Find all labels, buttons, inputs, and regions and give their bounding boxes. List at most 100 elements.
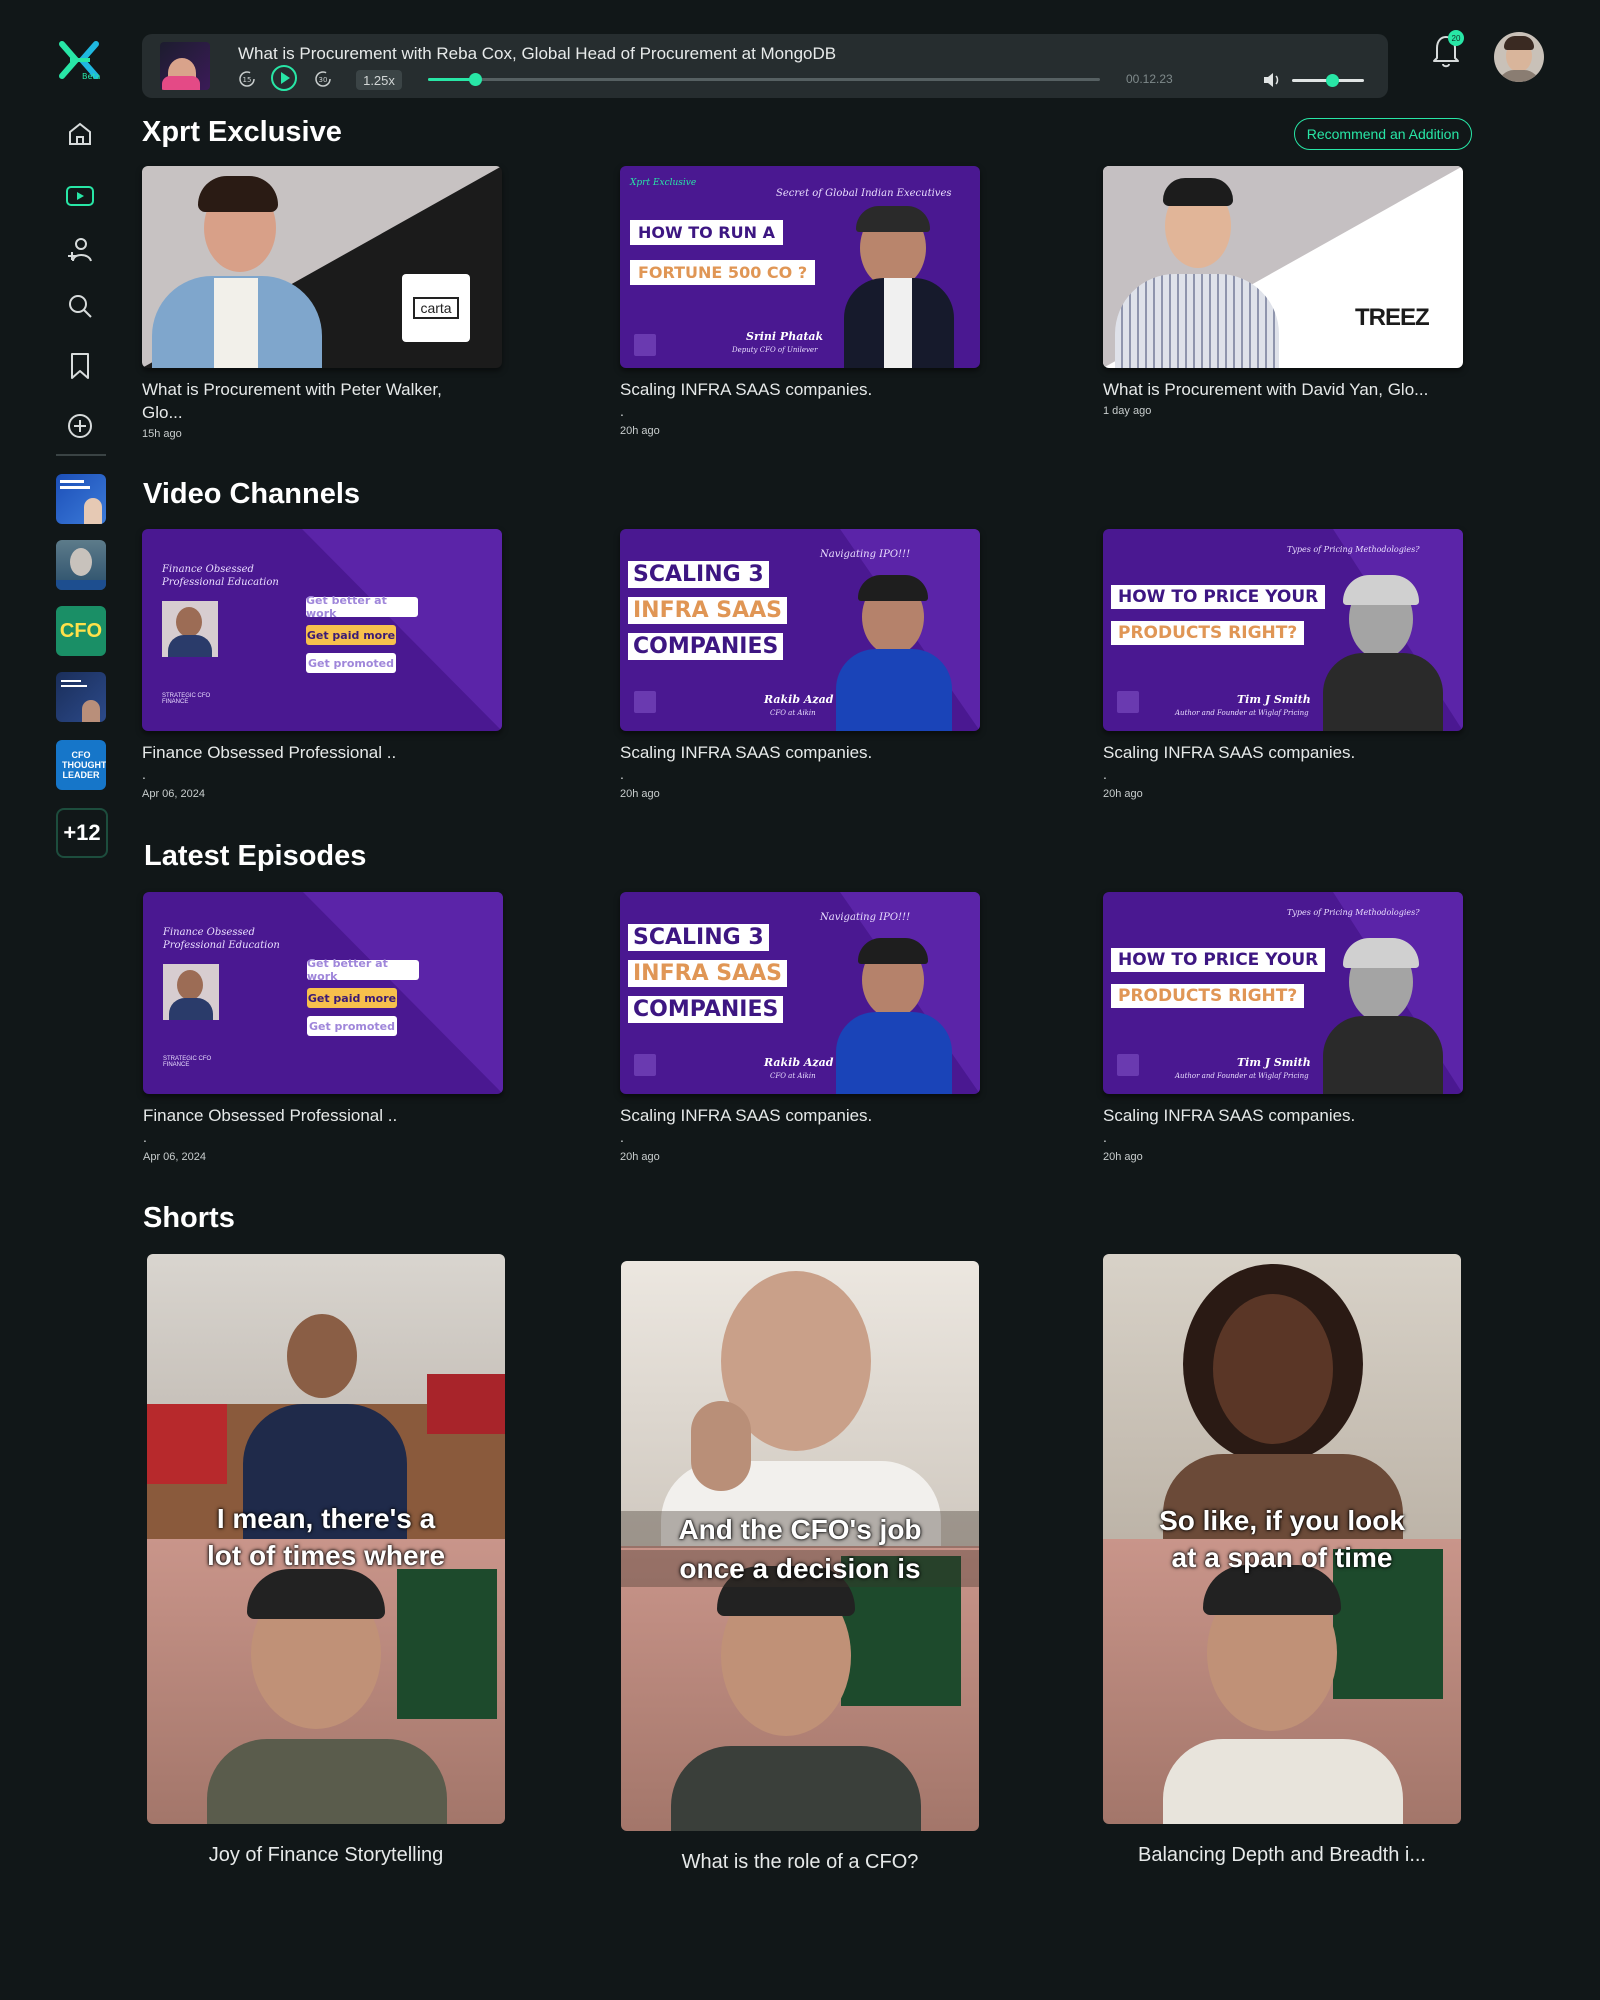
thumb-brand: STRATEGIC CFO FINANCE — [163, 1056, 212, 1068]
recommend-addition-button[interactable]: Recommend an Addition — [1294, 118, 1472, 150]
video-thumbnail: TREEZ — [1103, 166, 1463, 368]
short-card-2[interactable]: And the CFO's job once a decision is Wha… — [621, 1261, 979, 1874]
exclusive-card-1[interactable]: carta What is Procurement with Peter Wal… — [142, 166, 502, 440]
progress-bar[interactable] — [428, 73, 1100, 86]
channel-thumb-cfo-thought-leader[interactable]: CFO THOUGHT LEADER — [56, 740, 106, 790]
volume-slider[interactable] — [1292, 74, 1364, 87]
section-title-exclusive: Xprt Exclusive — [142, 116, 342, 148]
episode-card-2[interactable]: SCALING 3 INFRA SAAS COMPANIES Navigatin… — [620, 892, 980, 1163]
card-sub: . — [143, 1129, 147, 1145]
thumb-brand: Xprt Exclusive — [630, 178, 697, 188]
bookmark-icon[interactable] — [62, 348, 98, 384]
thumb-headline-2: PRODUCTS RIGHT? — [1111, 984, 1305, 1008]
short-card-3[interactable]: So like, if you look at a span of time B… — [1103, 1254, 1461, 1867]
short-caption-1: So like, if you look — [1159, 1505, 1405, 1536]
card-sub: . — [1103, 766, 1107, 782]
add-user-icon[interactable] — [62, 232, 98, 268]
forward-30-icon[interactable]: 30 — [312, 68, 334, 90]
short-title: Joy of Finance Storytelling — [208, 1844, 444, 1866]
thumb-guest-role: Author and Founder at Wiglaf Pricing — [1175, 1072, 1309, 1080]
video-thumbnail: HOW TO PRICE YOUR PRODUCTS RIGHT? Types … — [1103, 529, 1463, 731]
thumb-pill: Get better at work — [306, 594, 418, 620]
sidebar-divider — [56, 454, 106, 456]
channel-thumb-procurement[interactable] — [56, 474, 106, 524]
card-title: Finance Obsessed Professional .. — [142, 743, 397, 762]
thumb-pill: Get promoted — [306, 653, 396, 673]
thumb-guest: Rakib Azad — [764, 693, 834, 706]
card-title: Scaling INFRA SAAS companies. — [620, 1106, 873, 1125]
player-thumbnail — [160, 42, 210, 90]
user-avatar[interactable] — [1494, 32, 1544, 82]
player-title: What is Procurement with Reba Cox, Globa… — [238, 44, 837, 63]
thumb-headline-3: COMPANIES — [628, 633, 784, 660]
audio-player: What is Procurement with Reba Cox, Globa… — [142, 34, 1388, 98]
more-channels-button[interactable]: +12 — [56, 808, 108, 858]
channel-thumb-art-of-procurement[interactable] — [56, 672, 106, 722]
thumb-heading: Finance Obsessed Professional Education — [162, 564, 279, 588]
video-thumbnail: Finance Obsessed Professional Education … — [143, 892, 503, 1094]
video-thumbnail: carta — [142, 166, 502, 368]
card-time: 20h ago — [1103, 1151, 1143, 1163]
notification-bell-icon[interactable]: 20 — [1428, 30, 1464, 70]
card-time: 20h ago — [620, 425, 660, 437]
card-time: 1 day ago — [1103, 405, 1152, 417]
thumb-headline-2: FORTUNE 500 CO ? — [630, 260, 816, 285]
thumb-guest-role: Author and Founder at Wiglaf Pricing — [1175, 709, 1309, 717]
play-icon[interactable] — [270, 64, 298, 92]
thumb-headline-2: PRODUCTS RIGHT? — [1111, 621, 1305, 645]
thumb-pill: Get paid more — [306, 625, 396, 645]
card-sub: . — [620, 766, 624, 782]
short-card-1[interactable]: I mean, there's a lot of times where Joy… — [147, 1254, 505, 1867]
short-caption-1: And the CFO's job — [621, 1511, 979, 1548]
short-title: What is the role of a CFO? — [681, 1851, 919, 1873]
card-title: Scaling INFRA SAAS companies. — [1103, 743, 1356, 762]
elapsed-time: 00.12.23 — [1126, 72, 1173, 86]
thumb-headline-1: HOW TO RUN A — [630, 220, 783, 245]
thumb-guest-role: CFO at Aikin — [770, 1072, 816, 1080]
thumb-pill: Get better at work — [307, 957, 419, 983]
thumb-tagline: Navigating IPO!!! — [820, 549, 911, 560]
channel-thumb-interview[interactable] — [56, 540, 106, 590]
exclusive-card-3[interactable]: TREEZ What is Procurement with David Yan… — [1103, 166, 1463, 417]
volume-icon[interactable] — [1262, 70, 1284, 90]
short-video: I mean, there's a lot of times where — [147, 1254, 505, 1824]
progress-knob[interactable] — [469, 73, 483, 86]
thumb-guest-role: CFO at Aikin — [770, 709, 816, 717]
exclusive-card-2[interactable]: Xprt Exclusive Secret of Global Indian E… — [620, 166, 980, 437]
section-title-shorts: Shorts — [143, 1202, 235, 1234]
episode-card-1[interactable]: Finance Obsessed Professional Education … — [143, 892, 503, 1163]
short-video: So like, if you look at a span of time — [1103, 1254, 1461, 1824]
playback-speed-button[interactable]: 1.25x — [356, 70, 402, 90]
section-title-channels: Video Channels — [143, 478, 361, 510]
video-thumbnail: Finance Obsessed Professional Education … — [142, 529, 502, 731]
thumb-headline-1: SCALING 3 — [628, 561, 769, 588]
rewind-15-icon[interactable]: 15 — [236, 68, 258, 90]
search-icon[interactable] — [62, 288, 98, 324]
channel-thumb-cfo[interactable]: CFO — [56, 606, 106, 656]
thumb-heading: Finance Obsessed Professional Education — [163, 927, 280, 951]
volume-knob[interactable] — [1325, 74, 1339, 87]
thumb-guest: Tim J Smith — [1237, 1056, 1311, 1069]
card-sub: . — [142, 766, 146, 782]
channel-card-3[interactable]: HOW TO PRICE YOUR PRODUCTS RIGHT? Types … — [1103, 529, 1463, 800]
channel-card-2[interactable]: SCALING 3 INFRA SAAS COMPANIES Navigatin… — [620, 529, 980, 800]
section-title-episodes: Latest Episodes — [144, 840, 367, 872]
card-title: Scaling INFRA SAAS companies. — [620, 743, 873, 762]
card-time: 15h ago — [142, 428, 182, 440]
add-circle-icon[interactable] — [62, 408, 98, 444]
card-title: What is Procurement with Peter Walker, G… — [142, 380, 442, 422]
video-icon[interactable] — [62, 178, 98, 214]
short-video: And the CFO's job once a decision is — [621, 1261, 979, 1831]
home-icon[interactable] — [62, 116, 98, 152]
thumb-headline-2: INFRA SAAS — [628, 597, 787, 624]
card-time: 20h ago — [620, 1151, 660, 1163]
channel-card-1[interactable]: Finance Obsessed Professional Education … — [142, 529, 502, 800]
treez-logo: TREEZ — [1355, 304, 1430, 331]
card-title: What is Procurement with David Yan, Glo.… — [1103, 380, 1429, 399]
short-caption-2: once a decision is — [621, 1550, 979, 1587]
episode-card-3[interactable]: HOW TO PRICE YOUR PRODUCTS RIGHT? Types … — [1103, 892, 1463, 1163]
sidebar: Beta CFO CFO THOUGHT LEADER +12 — [0, 0, 124, 2000]
thumb-headline-1: HOW TO PRICE YOUR — [1111, 948, 1326, 972]
thumb-headline-1: HOW TO PRICE YOUR — [1111, 585, 1326, 609]
thumb-tagline: Secret of Global Indian Executives — [776, 188, 952, 199]
